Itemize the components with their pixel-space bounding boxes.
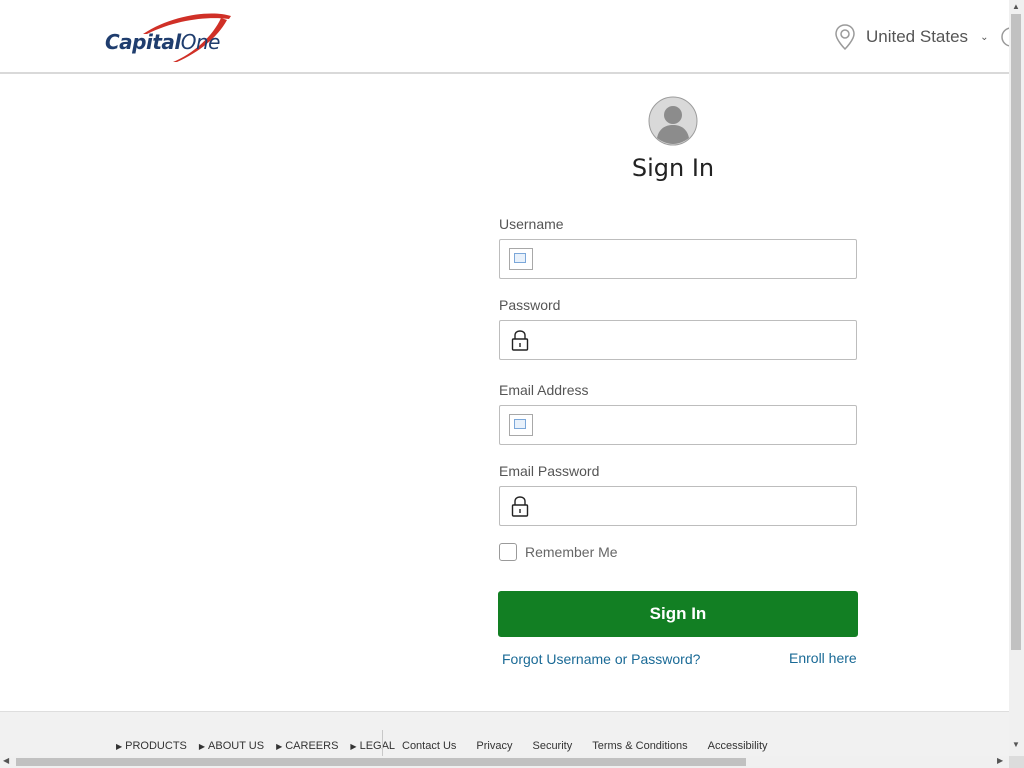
footer-nav-label: ABOUT US xyxy=(208,740,265,752)
remember-me-label: Remember Me xyxy=(525,544,618,560)
email-address-label: Email Address xyxy=(499,382,589,398)
horizontal-scrollbar[interactable]: ◀ ▶ xyxy=(0,756,1009,768)
email-password-field[interactable] xyxy=(499,486,857,527)
remember-me-checkbox[interactable] xyxy=(499,543,517,561)
footer-divider xyxy=(382,730,383,756)
footer-nav-label: LEGAL xyxy=(359,740,396,752)
footer-link-privacy[interactable]: Privacy xyxy=(476,740,512,752)
image-placeholder-icon xyxy=(509,414,533,436)
scroll-down-arrow-icon[interactable]: ▼ xyxy=(1012,740,1020,749)
horizontal-scroll-thumb[interactable] xyxy=(16,758,746,766)
lock-icon xyxy=(511,330,529,351)
logo-text-one: One xyxy=(180,30,221,54)
footer-nav-label: PRODUCTS xyxy=(125,740,187,752)
caret-right-icon: ▶ xyxy=(116,741,123,751)
remember-me-toggle[interactable]: Remember Me xyxy=(499,543,618,561)
scroll-left-arrow-icon[interactable]: ◀ xyxy=(3,756,9,765)
scroll-up-arrow-icon[interactable]: ▲ xyxy=(1012,2,1020,11)
scroll-right-arrow-icon[interactable]: ▶ xyxy=(997,756,1003,765)
password-field[interactable] xyxy=(499,320,857,361)
region-selector[interactable]: United States ⌄ xyxy=(834,22,988,52)
footer-link-accessibility[interactable]: Accessibility xyxy=(708,740,768,752)
site-footer: ▶ PRODUCTS ▶ ABOUT US ▶ CAREERS ▶ LEGAL Cont… xyxy=(0,711,1009,757)
vertical-scroll-thumb[interactable] xyxy=(1011,14,1021,650)
caret-right-icon: ▶ xyxy=(276,741,283,751)
footer-nav-label: CAREERS xyxy=(285,740,339,752)
username-field[interactable] xyxy=(499,239,857,280)
footer-nav-legal[interactable]: ▶ LEGAL xyxy=(350,740,395,752)
region-label: United States xyxy=(866,27,969,46)
footer-link-terms[interactable]: Terms & Conditions xyxy=(592,740,687,752)
chevron-down-icon: ⌄ xyxy=(980,31,989,43)
username-label: Username xyxy=(499,216,564,232)
footer-links: Contact Us Privacy Security Terms & Cond… xyxy=(402,740,768,752)
footer-nav-about-us[interactable]: ▶ ABOUT US xyxy=(199,740,264,752)
site-header: CapitalOne United States ⌄ xyxy=(0,0,1014,74)
image-placeholder-icon xyxy=(509,248,533,270)
footer-nav-careers[interactable]: ▶ CAREERS xyxy=(276,740,338,752)
scrollbar-corner xyxy=(1009,756,1024,768)
footer-link-contact-us[interactable]: Contact Us xyxy=(402,740,456,752)
password-label: Password xyxy=(499,297,561,313)
footer-nav-products[interactable]: ▶ PRODUCTS xyxy=(116,740,187,752)
capital-one-logo[interactable]: CapitalOne xyxy=(103,12,243,64)
logo-text-capital: Capital xyxy=(105,30,181,54)
logo-wordmark: CapitalOne xyxy=(105,30,221,54)
location-pin-icon xyxy=(835,24,855,51)
password-input[interactable] xyxy=(544,321,848,361)
footer-link-security[interactable]: Security xyxy=(532,740,572,752)
vertical-scrollbar[interactable]: ▲ ▼ xyxy=(1009,0,1024,756)
email-address-input[interactable] xyxy=(544,406,848,446)
email-password-input[interactable] xyxy=(544,487,848,527)
sign-in-button[interactable]: Sign In xyxy=(498,591,858,637)
forgot-credentials-link[interactable]: Forgot Username or Password? xyxy=(502,651,700,667)
enroll-link[interactable]: Enroll here xyxy=(789,650,857,666)
email-password-label: Email Password xyxy=(499,463,600,479)
lock-icon xyxy=(511,496,529,517)
footer-nav: ▶ PRODUCTS ▶ ABOUT US ▶ CAREERS ▶ LEGAL xyxy=(116,740,395,752)
username-input[interactable] xyxy=(544,240,848,280)
user-avatar-icon xyxy=(648,96,698,146)
email-address-field[interactable] xyxy=(499,405,857,446)
page-title: Sign In xyxy=(631,154,715,182)
caret-right-icon: ▶ xyxy=(350,741,357,751)
caret-right-icon: ▶ xyxy=(198,741,206,751)
